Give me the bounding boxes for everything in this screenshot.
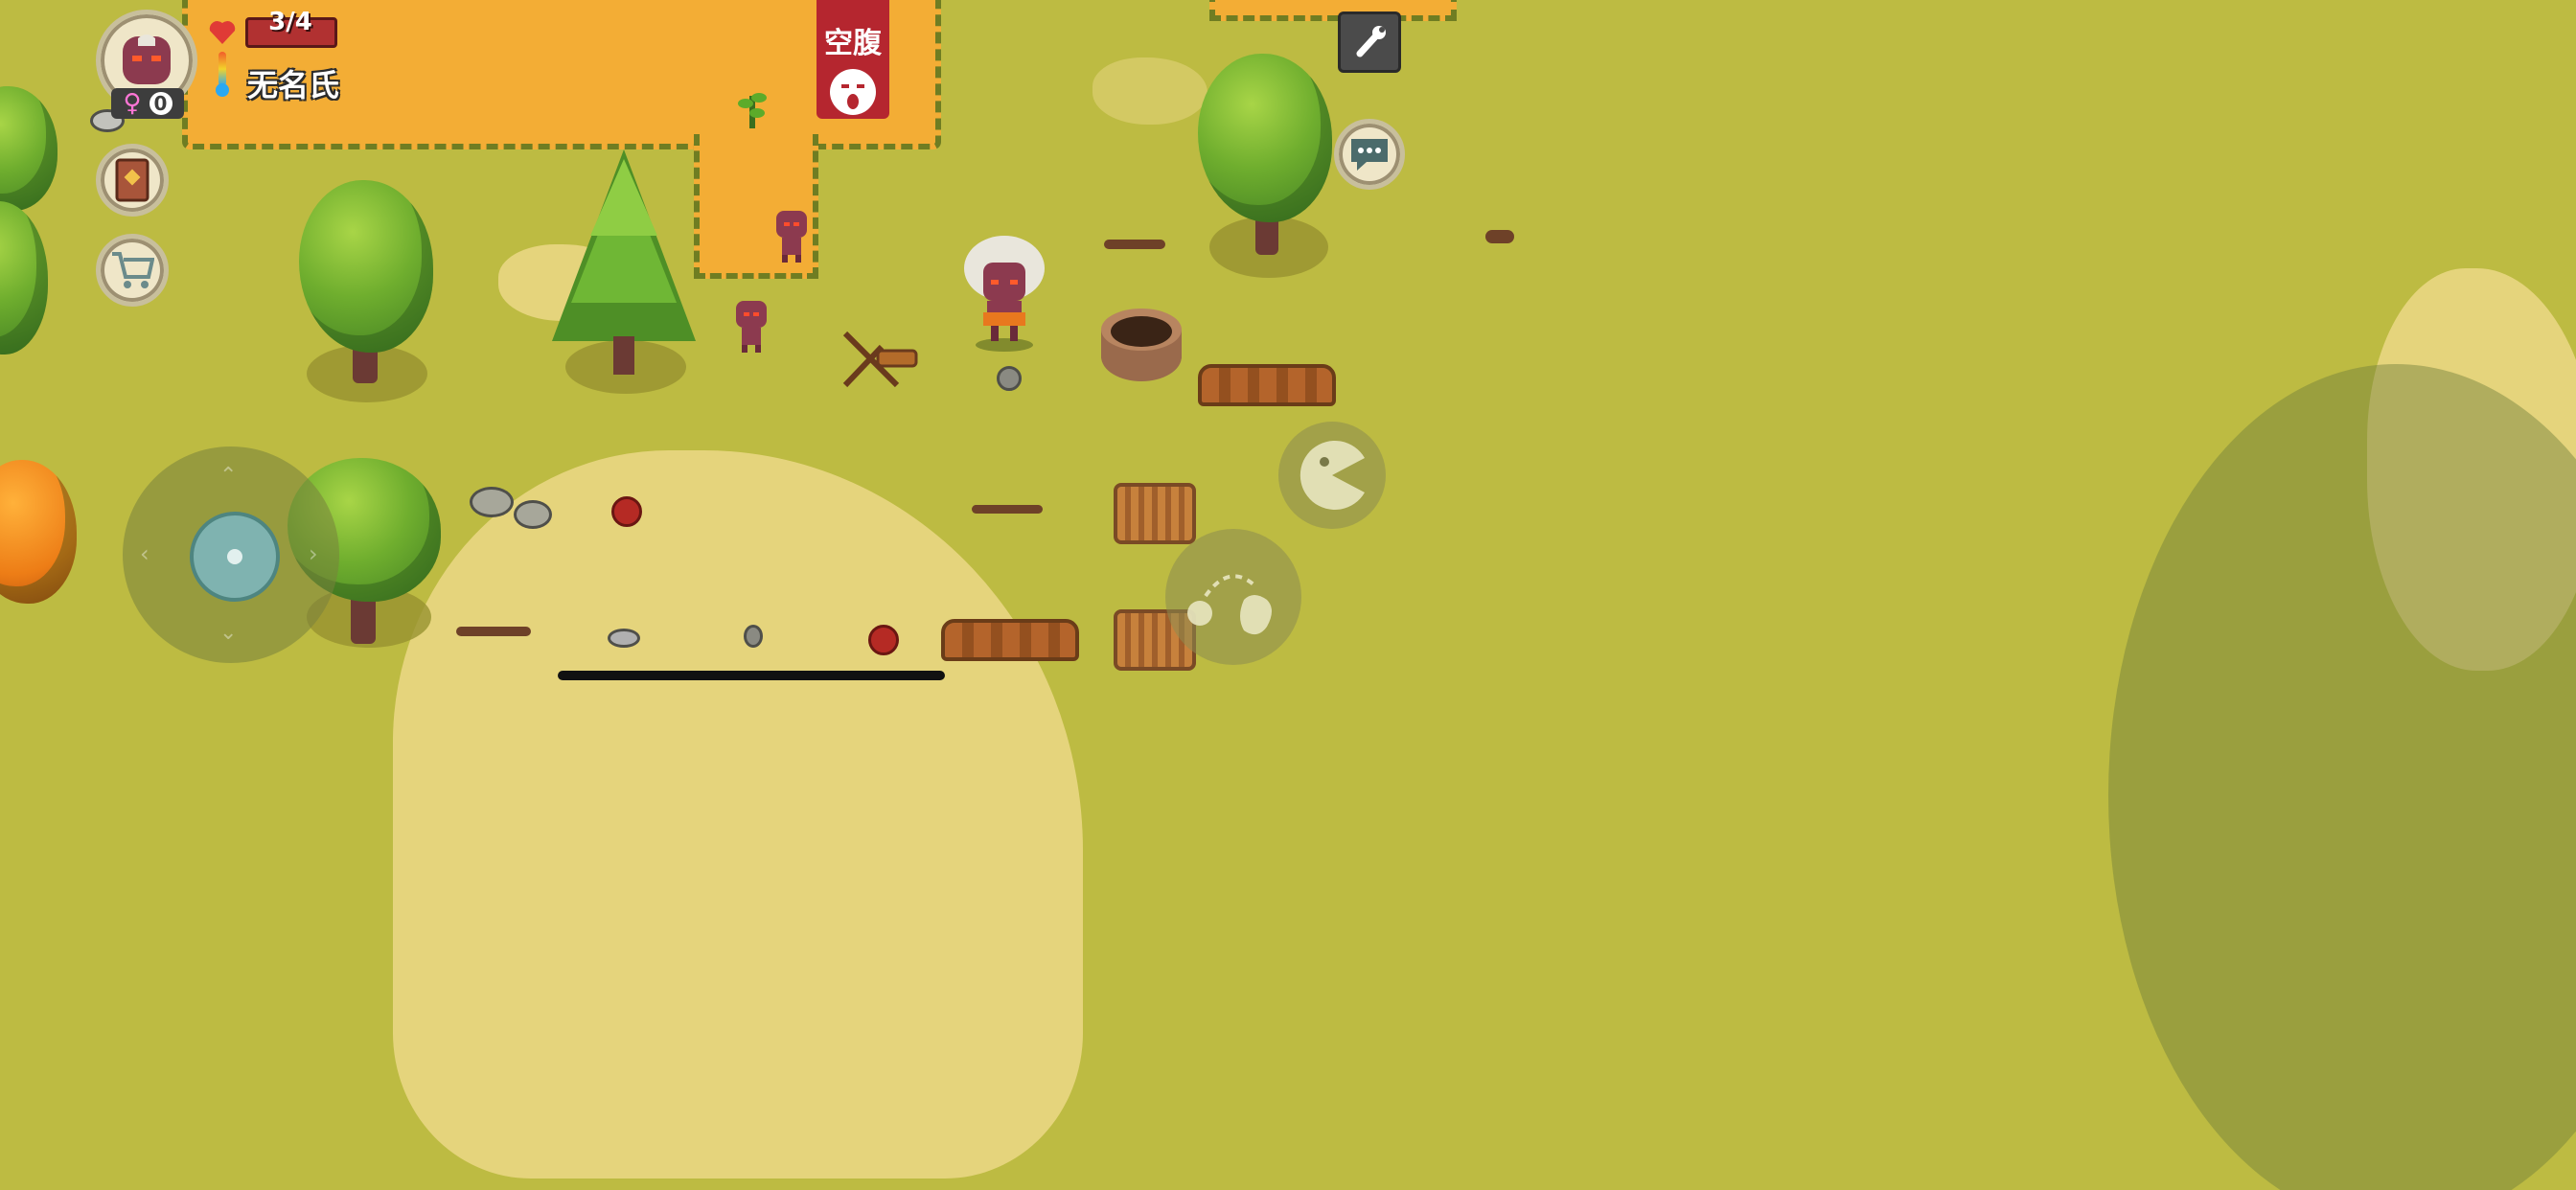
player-avatar-icon <box>123 34 171 84</box>
eat-button[interactable] <box>1278 422 1386 529</box>
sand-patch-top <box>1092 57 1208 125</box>
sand-patch-large <box>393 450 1083 1179</box>
recipe-book-button[interactable] <box>96 144 169 217</box>
hunger-status-label: 空腹 <box>824 27 882 60</box>
throw-button[interactable] <box>1165 529 1301 665</box>
eat-icon <box>1300 441 1365 510</box>
bow-drill-tool[interactable] <box>840 330 920 389</box>
rock-item[interactable] <box>744 625 763 648</box>
chat-button[interactable] <box>1334 119 1405 190</box>
home-indicator[interactable] <box>558 671 945 680</box>
joystick-knob[interactable] <box>190 512 280 602</box>
hunger-status-banner: 空腹 <box>816 0 889 119</box>
stick-item[interactable] <box>972 505 1043 514</box>
children-count: 0 <box>149 92 172 115</box>
player-character[interactable] <box>958 234 1050 353</box>
settings-button[interactable] <box>1338 11 1401 73</box>
oak-tree[interactable] <box>299 180 433 353</box>
hungry-face-icon <box>830 69 876 115</box>
joystick-arrow-right: › <box>309 540 318 567</box>
stick-item[interactable] <box>456 627 531 636</box>
villager-child[interactable] <box>772 209 811 264</box>
woven-basket[interactable] <box>1114 483 1196 544</box>
pine-tree[interactable] <box>552 149 696 379</box>
berry-item[interactable] <box>611 496 642 527</box>
tilled-soil-row[interactable] <box>941 619 1079 661</box>
orange-field-right <box>1209 0 1457 21</box>
wrench-icon <box>1356 26 1386 57</box>
sapling-plant[interactable] <box>738 86 767 130</box>
thermometer-icon <box>216 52 229 97</box>
swamp-patch <box>2108 364 2576 1190</box>
shop-cart-button[interactable] <box>96 234 169 307</box>
oak-tree-edge[interactable] <box>0 86 58 211</box>
virtual-joystick[interactable]: ⌃ ⌄ ‹ › <box>123 446 339 663</box>
joystick-arrow-up: ⌃ <box>219 464 238 488</box>
autumn-tree[interactable] <box>0 460 77 604</box>
rock-item[interactable] <box>997 366 1022 391</box>
stone-well[interactable] <box>1098 307 1184 383</box>
rock-pile[interactable] <box>470 487 514 517</box>
rock-item[interactable] <box>608 629 640 648</box>
stick-item[interactable] <box>1485 230 1514 243</box>
throw-icon <box>1187 574 1272 635</box>
recipe-book-icon <box>115 158 150 202</box>
heart-icon <box>209 21 236 44</box>
gender-symbol: ♀ <box>123 89 142 118</box>
joystick-arrow-left: ‹ <box>140 540 150 567</box>
joystick-center-dot <box>227 549 242 564</box>
player-name: 无名氏 <box>247 67 340 103</box>
gender-children-badge: ♀ 0 <box>111 88 184 119</box>
shop-cart-icon <box>112 252 154 288</box>
joystick-arrow-down: ⌄ <box>219 621 238 645</box>
oak-tree-edge[interactable] <box>0 201 48 355</box>
stick-item[interactable] <box>1104 240 1165 249</box>
oak-tree[interactable] <box>1198 54 1332 222</box>
chat-bubble-icon <box>1351 139 1388 171</box>
rock-pile[interactable] <box>514 500 552 529</box>
tilled-soil-row[interactable] <box>1198 364 1336 406</box>
berry-item[interactable] <box>868 625 899 655</box>
villager-child[interactable] <box>732 299 770 355</box>
health-text: 3/4 <box>268 8 312 36</box>
